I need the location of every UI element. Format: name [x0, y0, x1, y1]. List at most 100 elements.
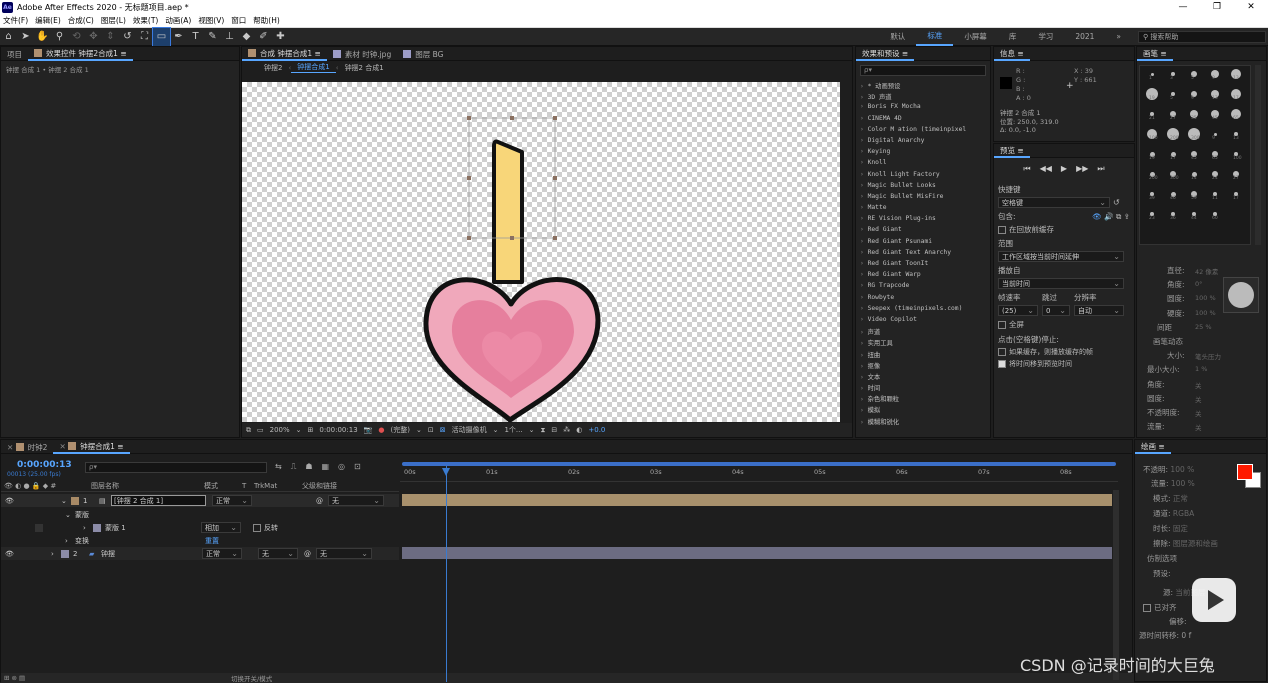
- timeline-icon[interactable]: ⊟: [551, 426, 557, 434]
- list-item[interactable]: Color M ation (timeinpixel: [856, 126, 990, 137]
- hand-tool-icon[interactable]: ✋: [34, 28, 51, 46]
- brush-prop-value[interactable]: 1 %: [1195, 365, 1207, 373]
- comp-subtab-3[interactable]: 钟摆2 合成1: [339, 63, 390, 73]
- list-item[interactable]: Rowbyte: [856, 294, 990, 305]
- selection-tool-icon[interactable]: ➤: [17, 28, 34, 46]
- header-layer-name[interactable]: 图层名称: [91, 481, 204, 491]
- paint-erase-value[interactable]: 图层源和绘画: [1173, 539, 1218, 548]
- brush-prop-value[interactable]: 25 %: [1195, 323, 1212, 331]
- next-frame-icon[interactable]: ▶▶: [1076, 164, 1088, 174]
- eraser-icon[interactable]: ◆: [238, 28, 255, 46]
- comp-subtab-2[interactable]: 钟摆合成1: [291, 62, 336, 73]
- list-item[interactable]: * 动画预设: [856, 81, 990, 92]
- header-trkmat[interactable]: TrkMat: [254, 482, 302, 490]
- menu-edit[interactable]: 编辑(E): [35, 15, 61, 26]
- mask-invert-checkbox[interactable]: [253, 523, 261, 532]
- brush-tips-grid[interactable]: 1 3 5 9 13 19 5 9 13 17 21 27 35 45 65 100 200 300 9 13 19 17…: [1139, 65, 1251, 245]
- clone-stamp-icon[interactable]: ⊥: [221, 28, 238, 46]
- brush-prop-value[interactable]: 关: [1195, 422, 1202, 432]
- list-item[interactable]: Boris FX Mocha: [856, 103, 990, 114]
- track-xy-camera-icon[interactable]: ✥: [85, 28, 102, 46]
- rotate-tool-icon[interactable]: ↺: [119, 28, 136, 46]
- brush-tool-icon[interactable]: ✎: [204, 28, 221, 46]
- comp-flowchart-icon[interactable]: ⇆: [275, 462, 282, 472]
- roto-brush-icon[interactable]: ✐: [255, 28, 272, 46]
- zoom-dropdown[interactable]: 200%: [270, 426, 290, 434]
- tab-layer[interactable]: 图层 BG: [397, 47, 449, 61]
- list-item[interactable]: CINEMA 4D: [856, 115, 990, 126]
- minimize-button[interactable]: —: [1166, 2, 1200, 12]
- cache-checkbox[interactable]: [998, 226, 1006, 234]
- timecode-readout[interactable]: 0:00:00:13: [319, 426, 357, 434]
- motion-blur-icon[interactable]: ◎: [338, 462, 345, 472]
- brush-prop-value[interactable]: 关: [1195, 408, 1202, 418]
- play-from-dropdown[interactable]: 当前时间: [998, 278, 1124, 289]
- brush-scrollbar[interactable]: [1255, 65, 1261, 245]
- header-mode[interactable]: 模式: [204, 481, 242, 491]
- resolution-dropdown[interactable]: (完整): [390, 425, 409, 435]
- include-video-icon[interactable]: 👁: [1092, 212, 1102, 221]
- effects-search-input[interactable]: ρ▾: [860, 65, 986, 76]
- playhead-handle-icon[interactable]: [442, 468, 451, 476]
- brush-prop-value[interactable]: 笔头压力: [1195, 351, 1221, 361]
- tab-timeline-clock2[interactable]: ✕ 时钟2: [1, 440, 53, 454]
- graph-editor-icon[interactable]: ⊡: [354, 462, 361, 472]
- layer-mode-dropdown[interactable]: 正常: [202, 548, 242, 559]
- move-time-checkbox[interactable]: [998, 360, 1006, 368]
- skip-first-icon[interactable]: ⏮: [1023, 164, 1030, 174]
- playhead[interactable]: [446, 466, 448, 682]
- list-item[interactable]: RE Vision Plug-ins: [856, 215, 990, 226]
- pan-behind-icon[interactable]: ⛶: [136, 28, 153, 46]
- parent-dropdown[interactable]: 无: [328, 495, 384, 506]
- play-icon[interactable]: ▶: [1061, 164, 1067, 174]
- puppet-pin-icon[interactable]: ✚: [272, 28, 289, 46]
- paint-flow-value[interactable]: 100 %: [1171, 479, 1195, 488]
- workspace-standard[interactable]: 标准: [916, 28, 954, 46]
- layer-label-color[interactable]: [61, 549, 69, 558]
- skip-last-icon[interactable]: ⏭: [1097, 164, 1104, 174]
- camera-dropdown[interactable]: 活动摄像机: [452, 425, 487, 435]
- tab-composition[interactable]: 合成 钟摆合成1 ≡: [242, 47, 327, 61]
- list-item[interactable]: 扭曲: [856, 350, 990, 361]
- brush-prop-value[interactable]: 42 像素: [1195, 266, 1218, 276]
- visibility-eye-icon[interactable]: 👁: [5, 497, 14, 505]
- list-item[interactable]: Magic Bullet Looks: [856, 182, 990, 193]
- foreground-color-swatch[interactable]: [1237, 464, 1253, 480]
- trkmat-dropdown[interactable]: 无: [258, 548, 298, 559]
- track-z-camera-icon[interactable]: ⇕: [102, 28, 119, 46]
- list-item[interactable]: 模拟: [856, 405, 990, 416]
- list-item[interactable]: Red Giant Psunami: [856, 238, 990, 249]
- menu-effect[interactable]: 效果(T): [133, 15, 158, 26]
- expand-chevron-icon[interactable]: ⌄: [61, 497, 71, 505]
- fast-preview-icon[interactable]: ⧗: [540, 426, 545, 435]
- shortcut-dropdown[interactable]: 空格键: [998, 197, 1110, 208]
- include-overlay-icon[interactable]: ⧉: [1116, 212, 1121, 222]
- draft-3d-icon[interactable]: ⎍: [291, 462, 297, 472]
- mask-group-row[interactable]: ⌄ 蒙版: [1, 508, 399, 521]
- brush-prop-value[interactable]: 关: [1195, 380, 1202, 390]
- monitor-icon[interactable]: ▭: [257, 426, 264, 434]
- source-time-shift[interactable]: 源时间转移: 0 f: [1139, 630, 1191, 641]
- list-item[interactable]: Knoll: [856, 159, 990, 170]
- restore-button[interactable]: ❐: [1200, 2, 1234, 12]
- list-item[interactable]: Seepex (timeinpixels.com): [856, 305, 990, 316]
- list-item[interactable]: 模糊和锐化: [856, 417, 990, 428]
- track-layer-2-bar[interactable]: [402, 547, 1112, 559]
- menu-layer[interactable]: 图层(L): [101, 15, 126, 26]
- paint-duration-value[interactable]: 固定: [1173, 524, 1188, 533]
- resolution-dropdown-preview[interactable]: 自动: [1074, 305, 1124, 316]
- rectangle-tool-icon[interactable]: ▭: [152, 26, 171, 47]
- color-channel-icon[interactable]: ●: [378, 426, 384, 434]
- tab-effects-presets[interactable]: 效果和预设 ≡: [856, 47, 915, 61]
- frame-blending-icon[interactable]: ▦: [321, 462, 329, 472]
- brush-prop-value[interactable]: 100 %: [1195, 294, 1216, 302]
- mask-row[interactable]: ›蒙版 1 相加 反转: [1, 521, 399, 534]
- home-icon[interactable]: ⌂: [0, 28, 17, 46]
- menu-composition[interactable]: 合成(C): [68, 15, 94, 26]
- range-dropdown[interactable]: 工作区域按当前时间延伸: [998, 251, 1124, 262]
- fullscreen-checkbox[interactable]: [998, 321, 1006, 329]
- list-item[interactable]: 杂色和颗粒: [856, 394, 990, 405]
- list-item[interactable]: Red Giant: [856, 226, 990, 237]
- list-item[interactable]: 时间: [856, 383, 990, 394]
- tab-brush[interactable]: 画笔 ≡: [1137, 47, 1173, 61]
